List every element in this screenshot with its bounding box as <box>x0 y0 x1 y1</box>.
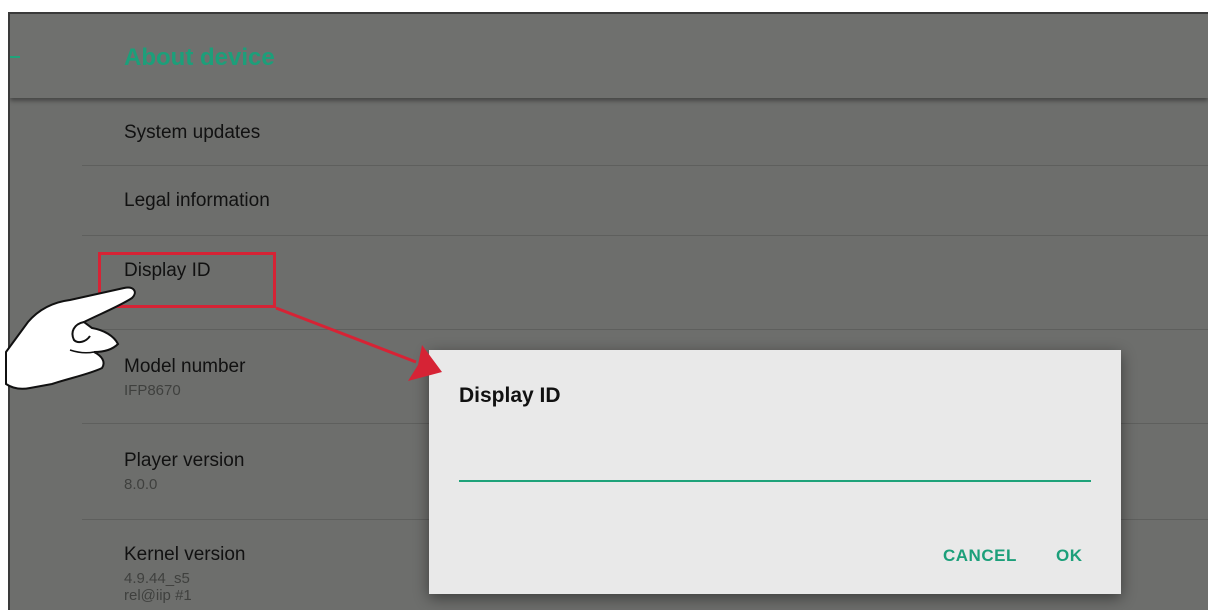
cancel-button[interactable]: CANCEL <box>943 546 1017 566</box>
display-id-input[interactable] <box>459 450 1091 482</box>
list-item-subtitle: 4.9.44_s5 <box>124 570 190 587</box>
list-item-legal-information[interactable]: Legal information <box>82 166 1208 236</box>
display-id-highlight-box <box>98 252 276 308</box>
ok-button[interactable]: OK <box>1056 546 1083 566</box>
list-item-system-updates[interactable]: System updates <box>82 98 1208 166</box>
page-title: About device <box>124 44 275 71</box>
annotated-screenshot: About device System updates Legal inform… <box>0 0 1208 610</box>
list-item-title: Legal information <box>124 190 270 211</box>
display-id-dialog: Display ID CANCEL OK <box>429 350 1121 594</box>
list-item-title: System updates <box>124 122 261 143</box>
list-item-subtitle: IFP8670 <box>124 382 181 399</box>
list-item-title: Kernel version <box>124 544 246 565</box>
list-item-subtitle: 8.0.0 <box>124 476 158 493</box>
list-item-title: Player version <box>124 450 245 471</box>
app-bar: About device <box>10 14 1208 98</box>
list-item-subtitle-2: rel@iip #1 <box>124 587 192 604</box>
list-item-title: Model number <box>124 356 246 377</box>
dialog-title: Display ID <box>459 384 561 407</box>
navigate-up-icon[interactable] <box>10 56 20 58</box>
